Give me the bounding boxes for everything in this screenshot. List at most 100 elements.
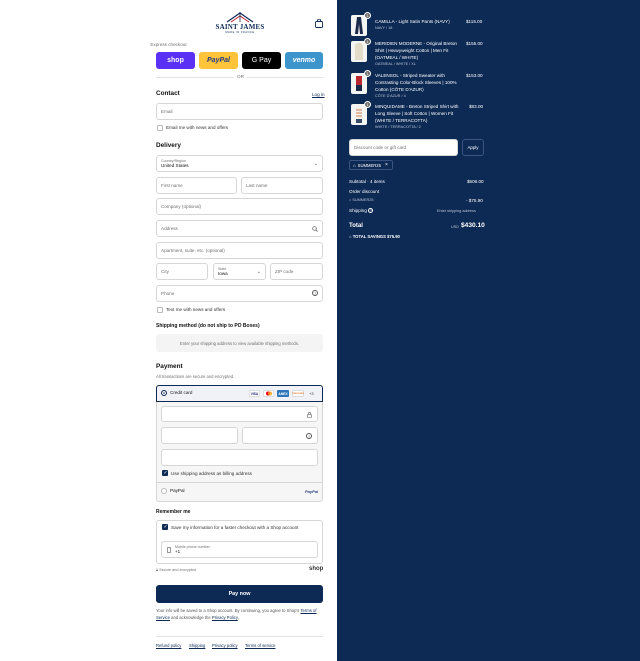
shipping-method-message: Enter your shipping address to view avai… — [179, 340, 300, 346]
phone-placeholder: Phone — [161, 291, 175, 296]
footer-terms-of-service-link[interactable]: Terms of service — [245, 643, 275, 648]
product-title-line: Contrasting Color-Block Sleeves | 100% — [375, 80, 457, 85]
secure-encrypted-text: 🔒︎ Secure and encrypted — [156, 568, 196, 572]
save-info-checkbox[interactable] — [162, 524, 168, 530]
text-news-checkbox[interactable] — [157, 307, 163, 313]
quantity-badge: 1 — [364, 70, 371, 77]
shop-pay-label: shop — [167, 57, 184, 64]
paypal-divider — [156, 482, 323, 483]
amex-icon: AMEX — [277, 390, 289, 397]
address-field[interactable]: Address — [156, 220, 323, 237]
billing-same-label: Use shipping address as billing address — [171, 471, 252, 476]
savings-label: TOTAL SAVINGS — [352, 234, 386, 239]
express-checkout-title: Express checkout — [150, 42, 187, 47]
product-variant: WHITE / TERRACOTTA / 2 — [375, 125, 421, 129]
order-discount-code: ⌂ SUMMER25 — [349, 198, 373, 202]
help-icon[interactable]: ? — [312, 290, 318, 296]
venmo-label: venmo — [292, 57, 316, 64]
product-price: $155.00 — [466, 41, 483, 46]
card-number-field[interactable] — [161, 406, 318, 422]
shopping-bag-icon[interactable] — [315, 18, 323, 28]
product-title-line: MINQUIDAME - Breton Striped Shirt with — [375, 104, 459, 109]
city-placeholder: City — [161, 269, 169, 274]
paypal-radio[interactable] — [161, 488, 167, 494]
state-select[interactable]: State Iowa ⌄ — [213, 263, 266, 280]
visa-text: VISA — [250, 391, 259, 396]
footer-refund-policy-link[interactable]: Refund policy — [156, 643, 181, 648]
login-link[interactable]: Log in — [312, 92, 325, 97]
last-name-field[interactable]: Last name — [241, 177, 323, 194]
quantity-badge: 1 — [364, 38, 371, 45]
subtotal-value: $506.00 — [467, 179, 484, 184]
paypal-option-label: PayPal — [170, 488, 185, 493]
shop-logo-icon: shop — [309, 566, 324, 572]
tag-icon: ⌂ — [353, 162, 356, 168]
name-on-card-field[interactable] — [161, 449, 318, 466]
shipping-label: Shipping ? — [349, 208, 374, 213]
brand-name: SAINT JAMES — [215, 23, 265, 31]
venmo-button[interactable]: venmo — [285, 52, 323, 69]
order-summary-panel: 1 CAMILLA - Light Satin Pants (NAVY) NAV… — [337, 0, 640, 661]
paypal-button[interactable]: PayPal — [199, 52, 238, 69]
pay-now-button[interactable]: Pay now — [156, 585, 323, 603]
pay-now-label: Pay now — [228, 591, 251, 597]
google-pay-label: G Pay — [251, 57, 272, 64]
zip-field[interactable]: ZIP code — [270, 263, 323, 280]
contact-heading: Contact — [156, 90, 180, 97]
brand-logo[interactable]: SAINT JAMES MADE IN FRANCE — [213, 11, 267, 37]
text-news-label: Text me with news and offers — [166, 307, 226, 312]
expiration-date-field[interactable] — [161, 427, 238, 444]
save-info-label: Save my information for a faster checkou… — [171, 525, 299, 530]
savings-value: $75.90 — [387, 234, 400, 239]
phone-field[interactable]: Phone ? — [156, 285, 323, 302]
product-price: $115.00 — [466, 19, 483, 24]
currency-code: USD — [451, 225, 460, 229]
email-news-checkbox[interactable] — [157, 125, 163, 131]
country-select[interactable]: Country/Region United States ⌄ — [156, 155, 323, 172]
discount-code-input[interactable]: Discount code or gift card — [349, 139, 458, 156]
zip-placeholder: ZIP code — [275, 269, 294, 274]
quantity-badge: 1 — [364, 101, 371, 108]
footer-privacy-policy-link[interactable]: Privacy policy — [212, 643, 238, 648]
remember-me-heading: Remember me — [156, 509, 191, 515]
billing-same-checkbox[interactable] — [162, 470, 168, 476]
subtotal-label: Subtotal · 4 items — [349, 179, 385, 184]
mobile-phone-field[interactable]: Mobile phone number +1 — [161, 541, 318, 558]
company-field[interactable]: Company (optional) — [156, 198, 323, 215]
credit-card-label: Credit card — [170, 390, 193, 395]
google-pay-button[interactable]: G Pay — [242, 52, 281, 69]
total-label: Total — [349, 223, 363, 229]
email-field[interactable]: Email — [156, 103, 323, 120]
payment-subtitle: All transactions are secure and encrypte… — [156, 374, 235, 379]
apply-discount-button[interactable]: Apply — [462, 139, 484, 156]
product-title-line: VALENSOL - Striped Sweater with — [375, 73, 445, 78]
product-title-line: Cotton (CÔTE D'AZUR) — [375, 87, 424, 92]
privacy-policy-link[interactable]: Privacy Policy — [212, 615, 238, 620]
delivery-heading: Delivery — [156, 142, 181, 149]
product-variant: NAVY / 18 — [375, 26, 393, 30]
footer-shipping-link[interactable]: Shipping — [189, 643, 205, 648]
shop-pay-button[interactable]: shop — [156, 52, 195, 69]
visa-icon: VISA — [249, 390, 260, 397]
security-code-field[interactable]: ? — [242, 427, 318, 444]
footer-divider — [156, 636, 323, 637]
sailboat-logo-icon — [226, 12, 254, 23]
first-name-field[interactable]: First name — [156, 177, 237, 194]
mobile-phone-value: +1 — [175, 549, 181, 554]
remove-discount-icon[interactable]: × — [385, 162, 388, 168]
product-title: CAMILLA - Light Satin Pants (NAVY) — [375, 19, 450, 24]
legal-text-and: and acknowledge the — [171, 614, 211, 620]
paypal-label: PayPal — [207, 57, 230, 64]
product-title-line: MERIDIEN MODERNE - Original Breton — [375, 41, 457, 46]
apartment-field[interactable]: Apartment, suite, etc. (optional) — [156, 242, 323, 259]
city-field[interactable]: City — [156, 263, 208, 280]
credit-card-radio[interactable] — [161, 390, 167, 396]
country-value: United States — [161, 163, 189, 168]
product-variant: CÔTE D'AZUR / 4 — [375, 94, 406, 98]
help-icon[interactable]: ? — [306, 433, 312, 439]
email-news-label: Email me with news and offers — [166, 125, 229, 130]
help-icon[interactable]: ? — [368, 208, 374, 213]
amex-text: AMEX — [278, 391, 288, 396]
shipping-method-heading: Shipping method (do not ship to PO Boxes… — [156, 323, 260, 329]
shipping-value: Enter shipping address — [437, 209, 476, 213]
